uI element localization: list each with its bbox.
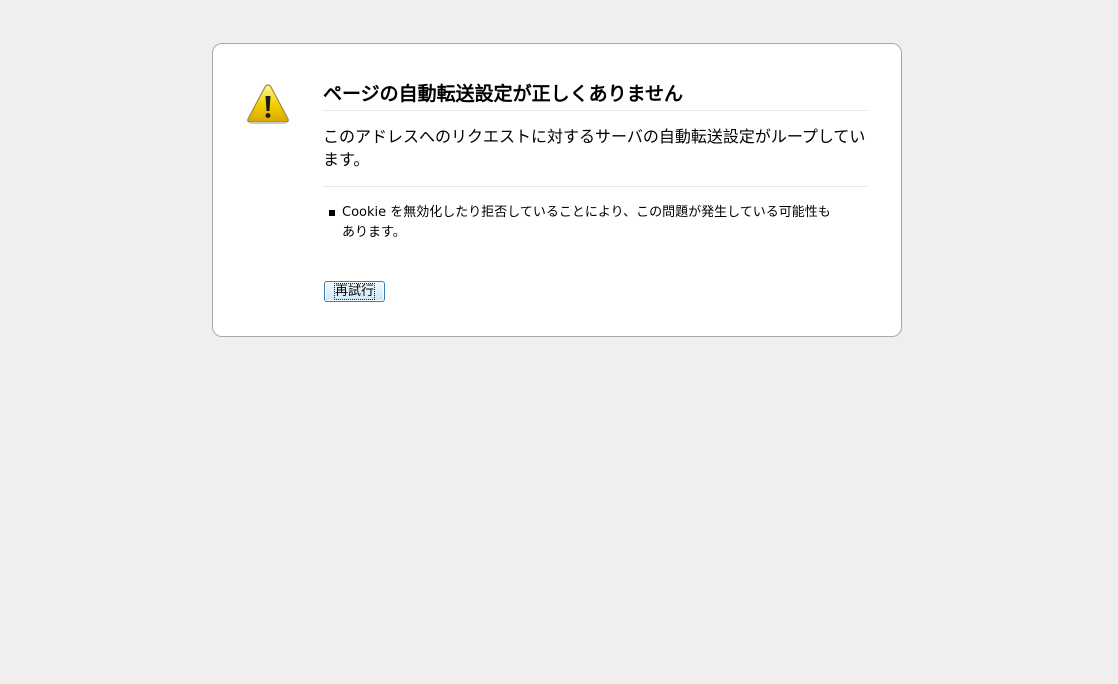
retry-button[interactable]: 再試行 <box>324 281 385 302</box>
error-title: ページの自動転送設定が正しくありません <box>323 80 867 111</box>
suggestion-text: Cookie を無効化したり拒否していることにより、この問題が発生している可能性… <box>342 205 831 240</box>
suggestion-item: Cookie を無効化したり拒否していることにより、この問題が発生している可能性… <box>323 203 867 243</box>
warning-icon <box>246 83 290 125</box>
error-page-container: ページの自動転送設定が正しくありません このアドレスへのリクエストに対するサーバ… <box>212 43 902 337</box>
error-description: このアドレスへのリクエストに対するサーバの自動転送設定がループしています。 <box>323 111 867 187</box>
bullet-icon <box>329 210 335 216</box>
warning-icon-graphic <box>247 84 289 124</box>
retry-button-label: 再試行 <box>333 283 375 300</box>
error-content: ページの自動転送設定が正しくありません このアドレスへのリクエストに対するサーバ… <box>323 80 867 243</box>
suggestion-list: Cookie を無効化したり拒否していることにより、この問題が発生している可能性… <box>323 187 867 243</box>
